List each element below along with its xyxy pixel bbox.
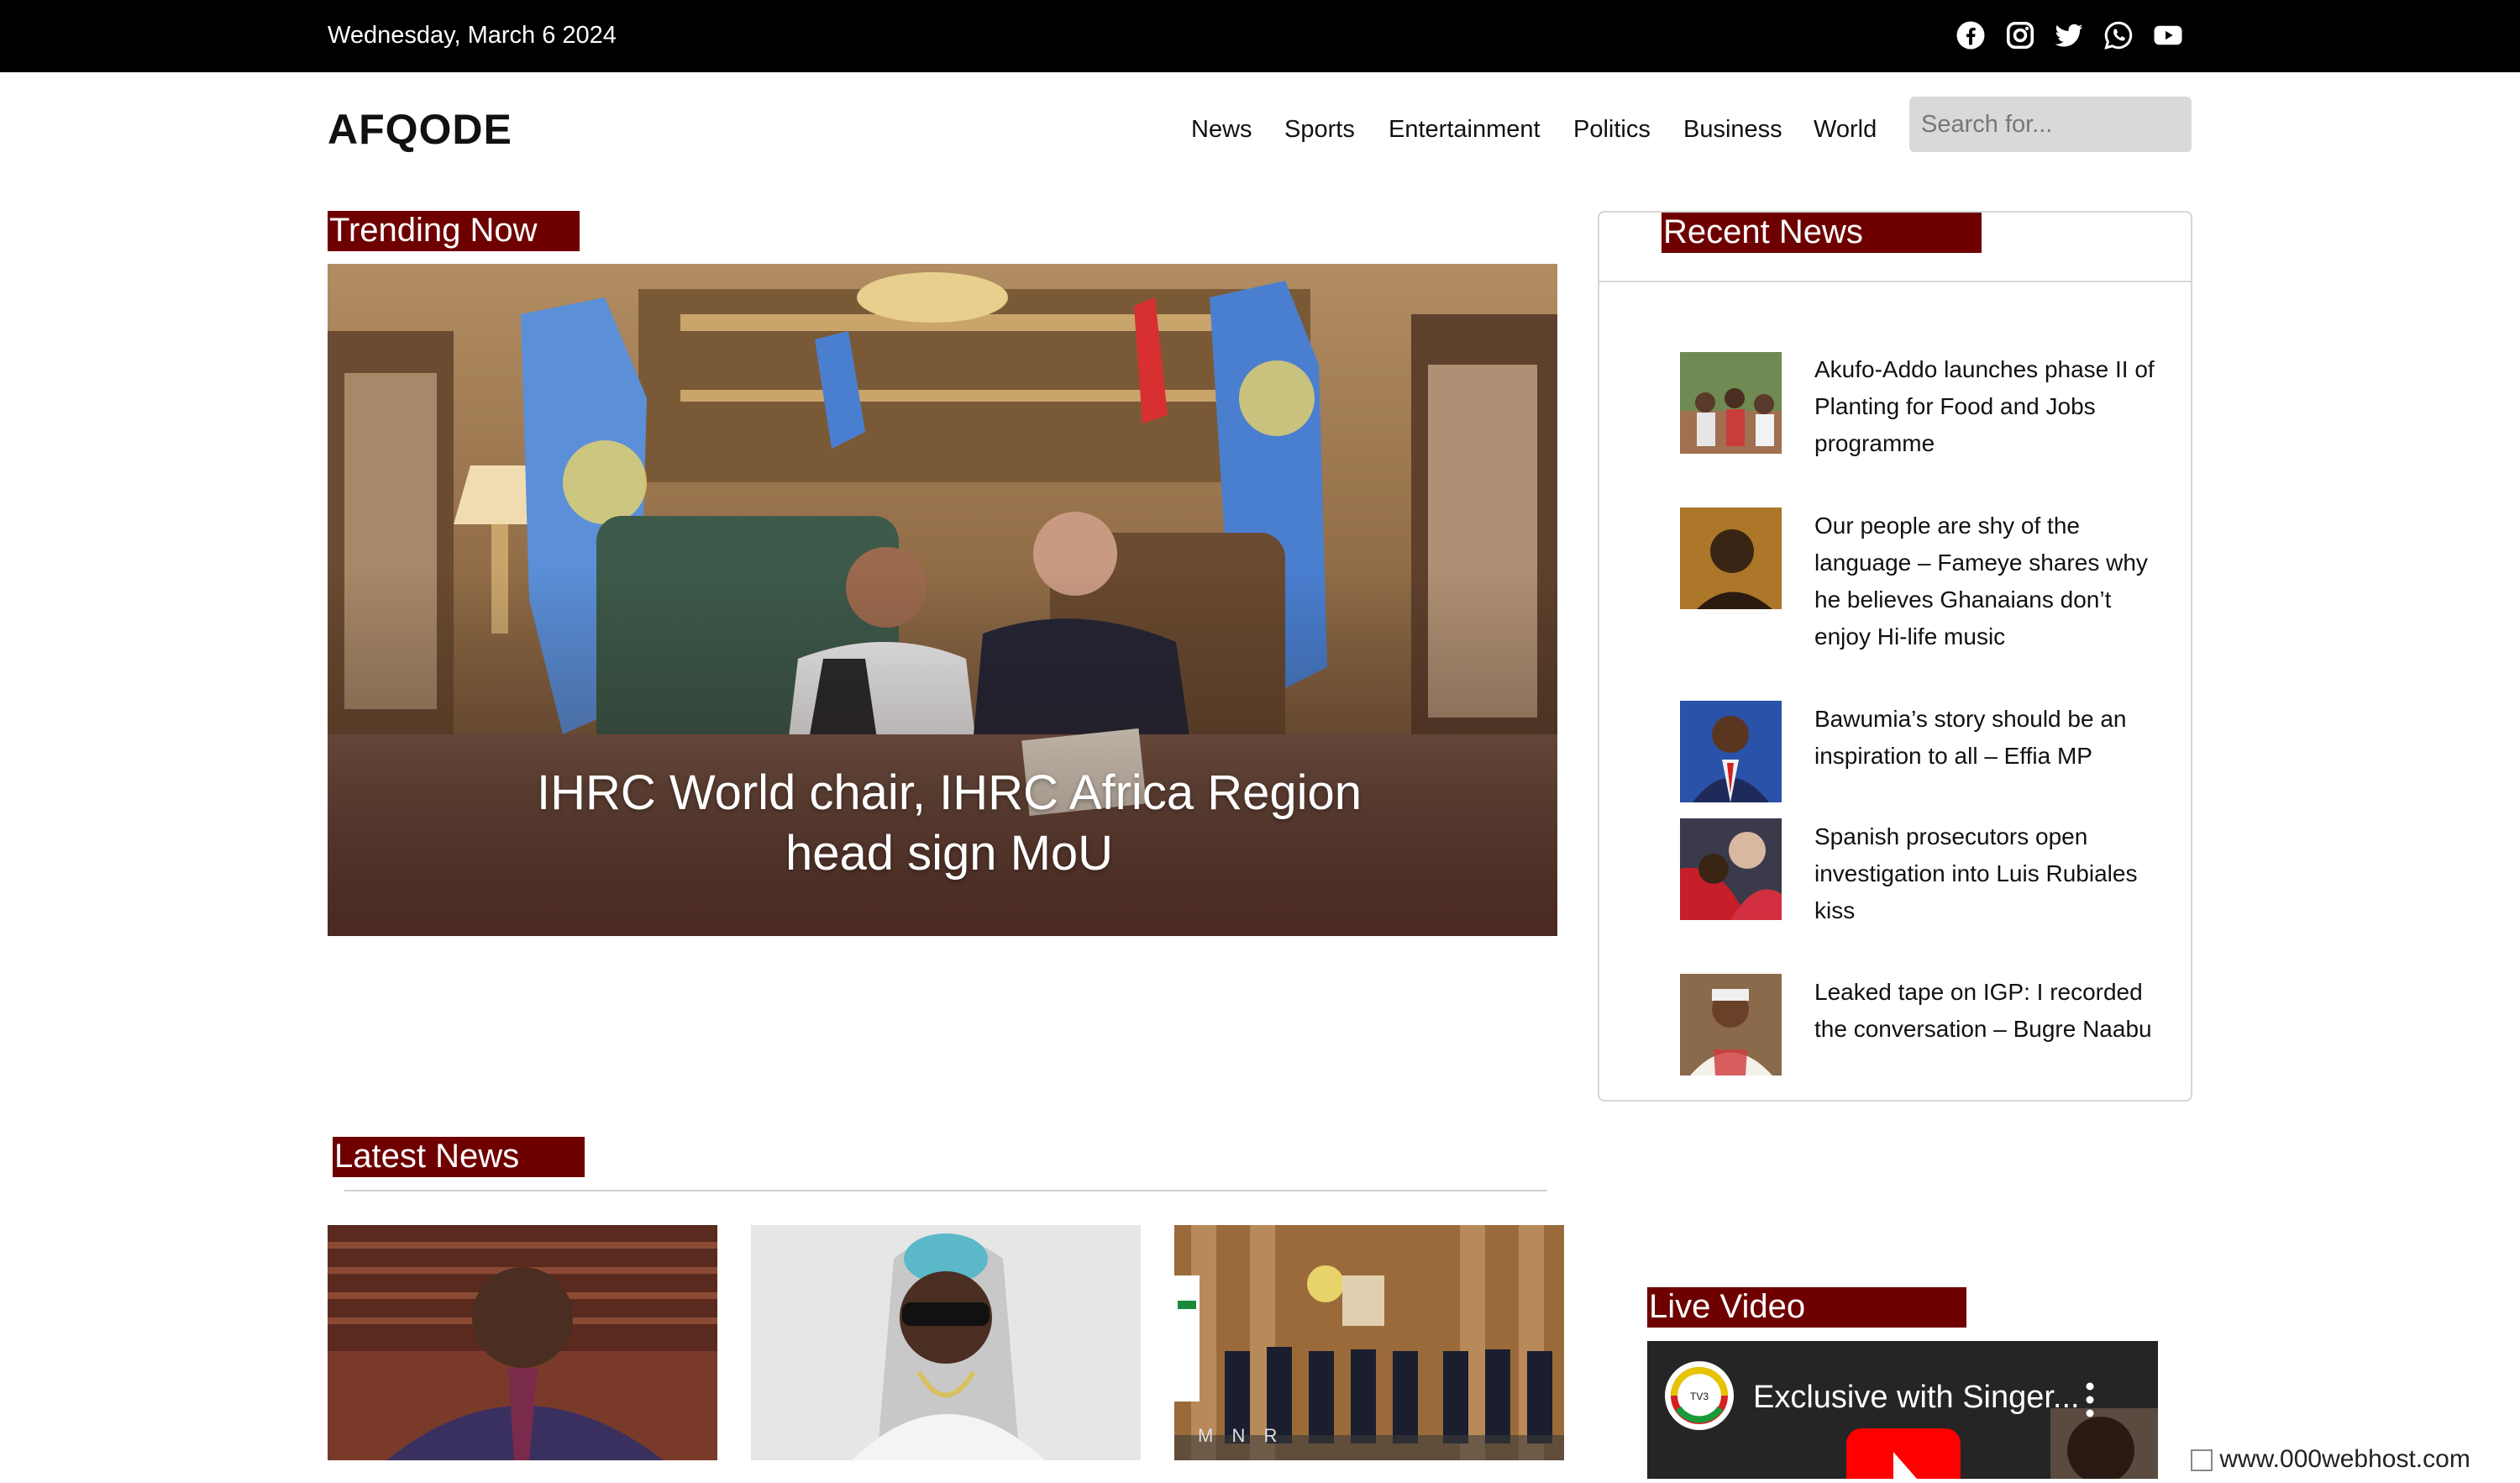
facebook-icon[interactable] [1952, 17, 1989, 54]
search-input[interactable] [1909, 97, 2192, 152]
broken-image-icon [2191, 1449, 2213, 1472]
nav-world[interactable]: World [1814, 113, 1877, 146]
instagram-icon[interactable] [2002, 17, 2039, 54]
channel-avatar[interactable]: TV3 [1665, 1361, 1734, 1430]
latest-news-label: Latest News [333, 1137, 585, 1177]
nav-politics[interactable]: Politics [1573, 113, 1651, 146]
card-banner-text: M N R [1198, 1425, 1284, 1446]
recent-item-title[interactable]: Leaked tape on IGP: I recorded the conve… [1814, 974, 2167, 1048]
latest-card-image[interactable]: M N R [1174, 1225, 1564, 1460]
svg-text:TV3: TV3 [1690, 1391, 1709, 1402]
site-logo[interactable]: AFQODE [328, 104, 512, 155]
trending-headline[interactable]: IHRC World chair, IHRC Africa Region hea… [496, 763, 1403, 884]
top-bar: Wednesday, March 6 2024 [0, 0, 2520, 72]
current-date: Wednesday, March 6 2024 [328, 22, 617, 49]
webhost-badge-text: www.000webhost.com [2219, 1445, 2470, 1473]
nav-news[interactable]: News [1191, 113, 1252, 146]
recent-news-divider [1599, 281, 2191, 282]
whatsapp-icon[interactable] [2100, 17, 2137, 54]
youtube-icon[interactable] [2150, 17, 2187, 54]
recent-item-thumbnail[interactable] [1680, 507, 1782, 609]
nav-business[interactable]: Business [1683, 113, 1782, 146]
twitter-icon[interactable] [2050, 17, 2087, 54]
latest-card-image[interactable] [751, 1225, 1141, 1460]
webhost-badge[interactable]: www.000webhost.com [2191, 1445, 2470, 1474]
trending-label: Trending Now [328, 211, 580, 251]
recent-news-label: Recent News [1662, 213, 1982, 253]
live-video-label: Live Video [1647, 1287, 1966, 1328]
latest-news-divider [344, 1190, 1547, 1191]
recent-item-thumbnail[interactable] [1680, 818, 1782, 920]
recent-item-thumbnail[interactable] [1680, 352, 1782, 454]
nav-sports[interactable]: Sports [1284, 113, 1355, 146]
recent-item-thumbnail[interactable] [1680, 701, 1782, 802]
recent-news-panel [1598, 211, 2192, 1102]
recent-item-thumbnail[interactable] [1680, 974, 1782, 1075]
more-options-icon[interactable] [2086, 1381, 2094, 1418]
recent-item-title[interactable]: Spanish prosecutors open investigation i… [1814, 818, 2167, 929]
latest-card-image[interactable] [328, 1225, 717, 1460]
nav-entertainment[interactable]: Entertainment [1389, 113, 1541, 146]
recent-item-title[interactable]: Akufo-Addo launches phase II of Planting… [1814, 351, 2167, 462]
youtube-play-icon[interactable] [1846, 1428, 1961, 1479]
recent-item-title[interactable]: Bawumia’s story should be an inspiration… [1814, 701, 2167, 775]
video-title[interactable]: Exclusive with Singer... [1753, 1376, 2080, 1418]
recent-item-title[interactable]: Our people are shy of the language – Fam… [1814, 507, 2167, 655]
